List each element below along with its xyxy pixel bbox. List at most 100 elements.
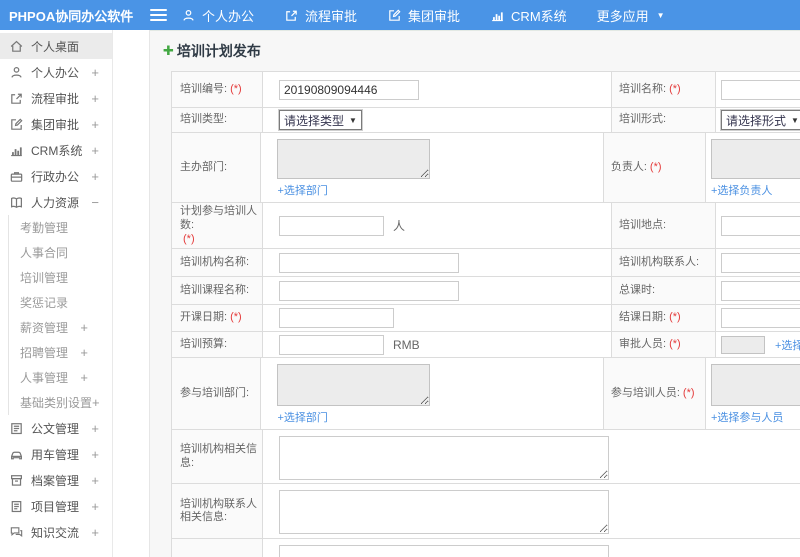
sidebar-subitem[interactable]: 培训管理 bbox=[9, 265, 112, 290]
sidebar-subitem[interactable]: 人事合同 bbox=[9, 240, 112, 265]
sidebar-subitem-label: 奖惩记录 bbox=[20, 296, 69, 310]
briefcase-icon bbox=[9, 169, 24, 184]
archive-icon bbox=[9, 473, 24, 488]
field-cell bbox=[263, 305, 612, 332]
nav-item-5[interactable]: 更多应用 ▼ bbox=[597, 6, 665, 25]
nav-item-label: 集团审批 bbox=[408, 8, 461, 24]
picker-link[interactable]: +选择部门 bbox=[277, 182, 327, 198]
field-cell: 请选择类型 ▼ bbox=[263, 108, 612, 132]
sidebar-item[interactable]: 用车管理 + bbox=[0, 441, 112, 467]
expand-plus-icon[interactable]: + bbox=[91, 421, 99, 436]
readonly-picker-textarea[interactable] bbox=[277, 139, 431, 179]
sidebar-item-label: 人力资源 bbox=[31, 195, 80, 210]
sidebar-item-label: 公文管理 bbox=[31, 421, 80, 436]
sidebar-subitem[interactable]: 考勤管理 bbox=[9, 215, 112, 240]
sidebar-subitem[interactable]: 奖惩记录 bbox=[9, 290, 112, 315]
readonly-picker-textarea[interactable] bbox=[277, 364, 431, 407]
expand-plus-icon[interactable]: + bbox=[91, 143, 99, 158]
nav-item-4[interactable]: CRM系统 bbox=[490, 6, 567, 25]
top-nav: 个人办公 流程审批 集团审批 CRM系统 更多应用 ▼ bbox=[181, 6, 665, 25]
edit-icon bbox=[9, 117, 24, 132]
sidebar-subitem[interactable]: 招聘管理 + bbox=[9, 340, 112, 365]
text-input[interactable] bbox=[279, 79, 419, 100]
text-input[interactable] bbox=[279, 280, 459, 301]
nav-item-2[interactable]: 流程审批 bbox=[284, 6, 357, 25]
car-icon bbox=[9, 447, 24, 462]
sidebar-item[interactable]: 行政办公 + bbox=[0, 163, 112, 189]
expand-plus-icon[interactable]: + bbox=[91, 91, 99, 106]
field-cell: +选择部门 bbox=[261, 133, 604, 202]
sidebar-subitem[interactable]: 人事管理 + bbox=[9, 365, 112, 390]
text-input[interactable] bbox=[279, 215, 384, 236]
sidebar-item[interactable]: 档案管理 + bbox=[0, 467, 112, 493]
field-cell: 人 bbox=[263, 203, 612, 249]
sidebar-item[interactable]: CRM系统 + bbox=[0, 137, 112, 163]
text-input[interactable] bbox=[279, 252, 459, 273]
clipboard-icon bbox=[9, 499, 24, 514]
sidebar-item[interactable]: 集团审批 + bbox=[0, 111, 112, 137]
text-input[interactable] bbox=[721, 280, 800, 301]
text-textarea[interactable] bbox=[279, 436, 609, 481]
sidebar-submenu: 考勤管理 人事合同 培训管理 奖惩记录 薪资管理 + 招聘管理 + 人事管理 + 基础类别设置 + bbox=[8, 215, 112, 415]
nav-item-1[interactable]: 个人办公 bbox=[181, 6, 254, 25]
picker-link[interactable]: +选择参与人员 bbox=[711, 409, 783, 425]
expand-plus-icon[interactable]: + bbox=[91, 117, 99, 132]
picker-link[interactable]: +选择负责人 bbox=[711, 182, 772, 198]
form-row: 主办部门: +选择部门 负责人: (*) +选择负责人 bbox=[172, 133, 800, 203]
flow-icon bbox=[9, 91, 24, 106]
expand-plus-icon[interactable]: + bbox=[92, 395, 100, 410]
field-label: 培训机构名称: bbox=[180, 255, 250, 268]
expand-plus-icon[interactable]: + bbox=[91, 65, 99, 80]
expand-plus-icon[interactable]: + bbox=[80, 345, 88, 360]
text-input[interactable] bbox=[721, 215, 800, 236]
chart-icon bbox=[9, 143, 24, 158]
expand-plus-icon[interactable]: + bbox=[91, 447, 99, 462]
sidebar-item[interactable]: 知识交流 + bbox=[0, 519, 112, 545]
expand-plus-icon[interactable]: + bbox=[91, 473, 99, 488]
readonly-picker-textarea[interactable] bbox=[711, 364, 800, 407]
nav-item-3[interactable]: 集团审批 bbox=[387, 6, 460, 25]
chevron-down-icon: ▼ bbox=[656, 10, 665, 20]
flow-icon bbox=[284, 8, 299, 23]
required-marker: (*) bbox=[682, 386, 695, 399]
collapse-minus-icon[interactable]: − bbox=[91, 195, 99, 210]
menu-icon[interactable] bbox=[150, 8, 167, 22]
expand-plus-icon[interactable]: + bbox=[80, 320, 88, 335]
form-row: 培训机构名称: 培训机构联系人: bbox=[172, 249, 800, 278]
sidebar-item[interactable]: 个人桌面 bbox=[0, 33, 112, 59]
form-row: 培训编号:(*)培训名称:(*) bbox=[172, 72, 800, 108]
sidebar-item-label: 集团审批 bbox=[31, 117, 80, 132]
sidebar-item[interactable]: 项目管理 + bbox=[0, 493, 112, 519]
text-input[interactable] bbox=[279, 308, 394, 329]
sidebar-subitem-label: 考勤管理 bbox=[20, 221, 69, 235]
expand-plus-icon[interactable]: + bbox=[91, 169, 99, 184]
dropdown-select[interactable]: 请选择类型 ▼ bbox=[278, 109, 363, 131]
text-input[interactable] bbox=[721, 252, 800, 273]
sidebar-item[interactable]: 人力资源 − bbox=[0, 189, 112, 215]
readonly-picker-textarea[interactable] bbox=[711, 139, 800, 179]
picker-link[interactable]: +选择审批人员 bbox=[775, 337, 800, 353]
doc-icon bbox=[9, 421, 24, 436]
text-input[interactable] bbox=[721, 308, 800, 329]
sidebar-item[interactable]: 公文管理 + bbox=[0, 415, 112, 441]
expand-plus-icon[interactable]: + bbox=[80, 370, 88, 385]
expand-plus-icon[interactable]: + bbox=[91, 499, 99, 514]
text-textarea[interactable] bbox=[279, 490, 609, 535]
expand-plus-icon[interactable]: + bbox=[91, 525, 99, 540]
sidebar-item[interactable]: 个人办公 + bbox=[0, 59, 112, 85]
text-input[interactable] bbox=[279, 334, 384, 355]
field-label: 培训机构联系人: bbox=[619, 255, 700, 268]
sidebar-subitem-label: 招聘管理 bbox=[20, 346, 69, 360]
text-textarea[interactable] bbox=[279, 545, 609, 557]
field-cell bbox=[263, 72, 612, 107]
text-input[interactable] bbox=[721, 79, 800, 100]
picker-link[interactable]: +选择部门 bbox=[277, 409, 327, 425]
dropdown-select[interactable]: 请选择形式 ▼ bbox=[720, 109, 800, 131]
sidebar-subitem[interactable]: 薪资管理 + bbox=[9, 315, 112, 340]
sidebar-subitem[interactable]: 基础类别设置 + bbox=[9, 390, 112, 415]
sidebar-item[interactable]: 流程审批 + bbox=[0, 85, 112, 111]
required-marker: (*) bbox=[669, 311, 681, 324]
field-cell bbox=[263, 430, 800, 483]
readonly-picker-input[interactable] bbox=[721, 335, 765, 354]
sidebar-item-label: 档案管理 bbox=[31, 473, 80, 488]
